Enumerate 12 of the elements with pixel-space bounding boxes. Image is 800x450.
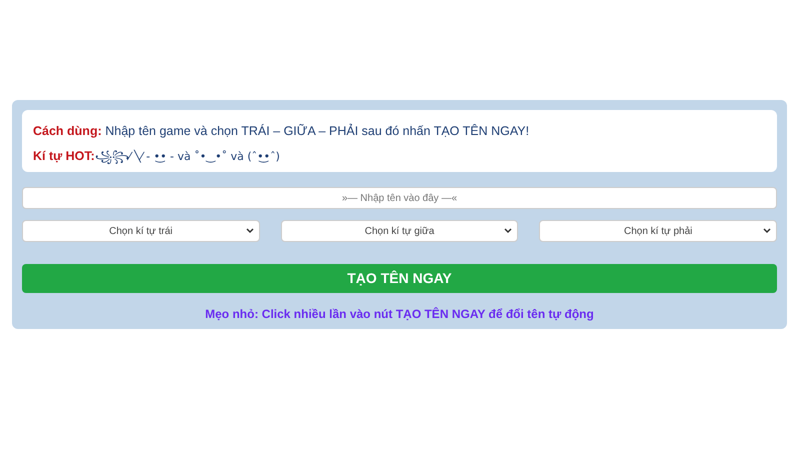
character-select[interactable]: Chọn kí tự giữa [280, 220, 518, 242]
tip-text: Mẹo nhỏ: Click nhiều lần vào nút TẠO TÊN NGAY để đổi tên tự động [204, 306, 595, 323]
chevron-icon [763, 228, 772, 234]
chevron-icon [504, 228, 512, 234]
hot-label: Kí tự HOT: [33, 148, 95, 163]
usage-text: Nhập tên game và chọn TRÁI – GIỮA – PHẢI sau đó nhấn TẠO TÊN NGAY! [105, 124, 530, 138]
hot-characters: ꧁꧂⁄ ╲⁄ - •͜• - và ˚•‿•˚ và (ˆ•͜•ˆ) [94, 150, 280, 163]
character-select[interactable]: Chọn kí tự phải [539, 220, 778, 242]
chevron-icon [246, 228, 254, 234]
character-select[interactable]: Chọn kí tự trái [22, 220, 260, 242]
name-input[interactable]: »— Nhập tên vào đây —« [22, 187, 777, 209]
usage-label: Cách dùng: [33, 124, 102, 138]
